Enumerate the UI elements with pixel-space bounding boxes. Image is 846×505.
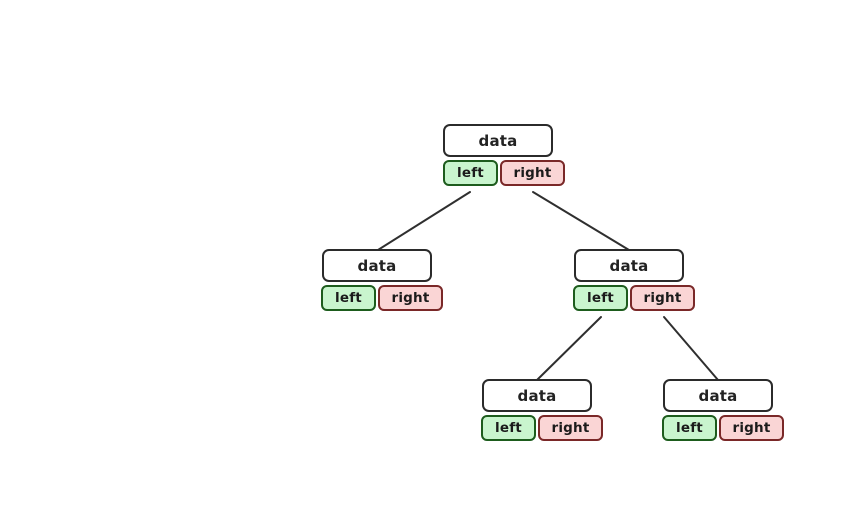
- tree-node-level1-left[interactable]: data left right: [321, 249, 443, 311]
- edge-root-left: [377, 191, 471, 251]
- diagram-canvas: data left right data left right data lef…: [0, 0, 846, 505]
- pointer-row: left right: [662, 415, 784, 441]
- edge-level1right-left: [536, 316, 602, 381]
- edge-level1right-right: [663, 316, 719, 381]
- pointer-row: left right: [573, 285, 695, 311]
- edge-root-right: [532, 191, 630, 251]
- right-pointer-field[interactable]: right: [378, 285, 443, 311]
- right-pointer-field[interactable]: right: [538, 415, 603, 441]
- left-pointer-field[interactable]: left: [321, 285, 376, 311]
- tree-node-root[interactable]: data left right: [443, 124, 565, 186]
- data-field: data: [482, 379, 592, 412]
- pointer-row: left right: [443, 160, 565, 186]
- right-pointer-field[interactable]: right: [500, 160, 565, 186]
- tree-node-level2-right[interactable]: data left right: [662, 379, 784, 441]
- left-pointer-field[interactable]: left: [443, 160, 498, 186]
- data-field: data: [663, 379, 773, 412]
- pointer-row: left right: [321, 285, 443, 311]
- left-pointer-field[interactable]: left: [481, 415, 536, 441]
- data-field: data: [322, 249, 432, 282]
- right-pointer-field[interactable]: right: [719, 415, 784, 441]
- right-pointer-field[interactable]: right: [630, 285, 695, 311]
- data-field: data: [574, 249, 684, 282]
- left-pointer-field[interactable]: left: [662, 415, 717, 441]
- left-pointer-field[interactable]: left: [573, 285, 628, 311]
- tree-node-level1-right[interactable]: data left right: [573, 249, 695, 311]
- pointer-row: left right: [481, 415, 603, 441]
- tree-node-level2-left[interactable]: data left right: [481, 379, 603, 441]
- data-field: data: [443, 124, 553, 157]
